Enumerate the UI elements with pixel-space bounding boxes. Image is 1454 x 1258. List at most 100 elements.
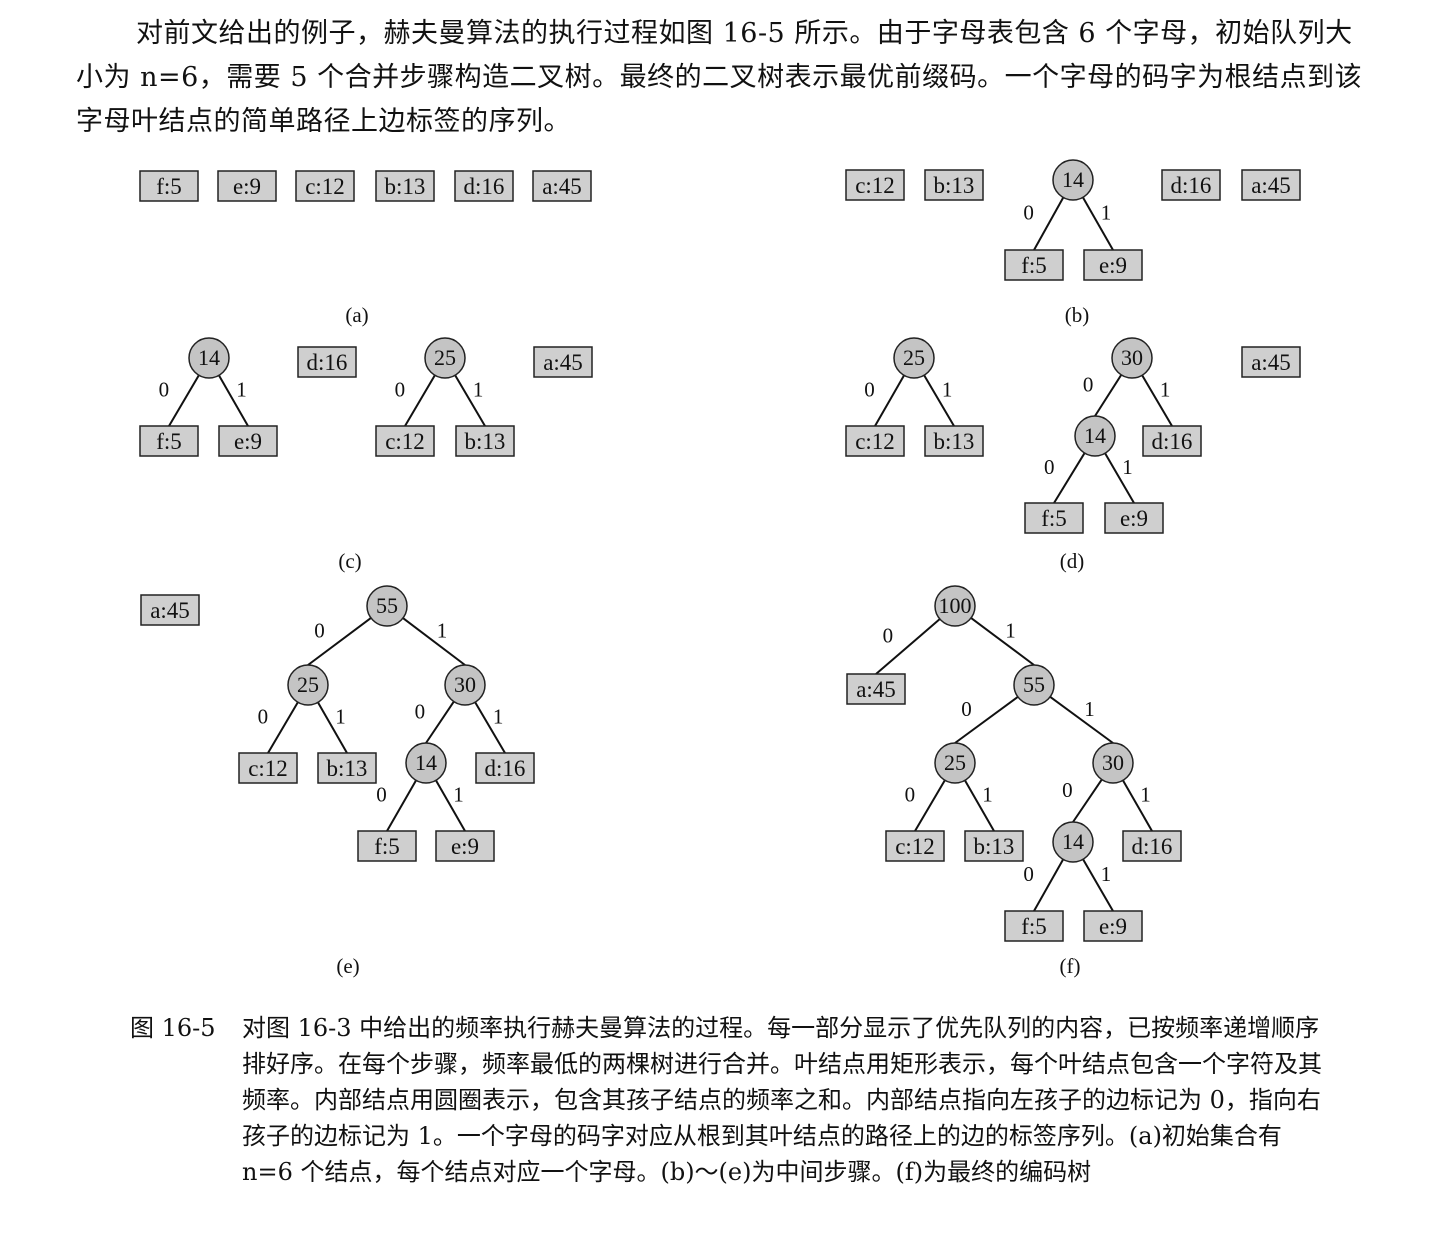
edge-label-right: 1 xyxy=(1101,201,1112,225)
edge-label-right: 1 xyxy=(236,378,247,402)
leaf-node: a:45 xyxy=(140,594,200,626)
edge-label-right: 1 xyxy=(473,378,484,402)
internal-node: 30 xyxy=(444,664,486,706)
leaf-node: e:9 xyxy=(1083,249,1143,281)
panel-label: (d) xyxy=(1060,549,1085,573)
panel-b: (b) xyxy=(1065,303,1090,327)
caption-text: 对图 16-3 中给出的频率执行赫夫曼算法的过程。每一部分显示了优先队列的内容，… xyxy=(242,1014,1322,1186)
leaf-label: f:5 xyxy=(1041,506,1067,531)
leaf-node: c:12 xyxy=(238,752,298,784)
tree-edge xyxy=(1094,374,1123,417)
edge-label-right: 1 xyxy=(1160,378,1171,402)
tree-edge xyxy=(1049,696,1114,744)
node-value: 25 xyxy=(903,345,925,370)
leaf-node: b:13 xyxy=(317,752,377,784)
edge-label-left: 0 xyxy=(905,783,916,807)
leaf-node: b:13 xyxy=(924,169,984,201)
leaf-label: a:45 xyxy=(1251,350,1291,375)
leaf-label: d:16 xyxy=(307,350,348,375)
leaf-node: a:45 xyxy=(1241,169,1301,201)
leaf-node: b:13 xyxy=(964,830,1024,862)
internal-node: 55 xyxy=(366,585,408,627)
panel-label: (e) xyxy=(336,954,359,978)
leaf-label: d:16 xyxy=(1152,429,1193,454)
tree-edge xyxy=(914,779,946,832)
huffman-figure: (a) f:5 e:9 c:12 b:13 d:16 a:45 (b) c:12 b:13 0 1 f:… xyxy=(139,159,1301,978)
leaf-label: f:5 xyxy=(1021,914,1047,939)
leaf-node: f:5 xyxy=(1004,249,1064,281)
leaf-label: c:12 xyxy=(895,834,935,859)
leaf-label: b:13 xyxy=(934,429,975,454)
internal-node: 25 xyxy=(424,337,466,379)
tree-edge xyxy=(168,374,200,427)
tree-edge xyxy=(874,374,905,427)
leaf-label: a:45 xyxy=(856,677,896,702)
node-value: 100 xyxy=(939,593,972,618)
leaf-label: e:9 xyxy=(1099,253,1127,278)
edge-label-left: 0 xyxy=(883,624,894,648)
leaf-label: d:16 xyxy=(1132,834,1173,859)
leaf-label: d:16 xyxy=(485,756,526,781)
edge-label-left: 0 xyxy=(1062,778,1073,802)
leaf-node: f:5 xyxy=(1024,502,1084,534)
leaf-node: d:16 xyxy=(297,346,357,378)
leaf-label: b:13 xyxy=(385,174,426,199)
leaf-node: a:45 xyxy=(533,346,593,378)
panel-label: (f) xyxy=(1060,954,1081,978)
leaf-node: c:12 xyxy=(845,425,905,457)
leaf-node: e:9 xyxy=(218,425,278,457)
edge-label-right: 1 xyxy=(453,783,464,807)
node-value: 14 xyxy=(415,750,437,775)
internal-node: 100 xyxy=(934,585,976,627)
internal-node: 55 xyxy=(1013,664,1055,706)
leaf-node: d:16 xyxy=(475,752,535,784)
leaf-label: f:5 xyxy=(1021,253,1047,278)
panel-label: (b) xyxy=(1065,303,1090,327)
tree-edge xyxy=(386,779,417,832)
edge-label-right: 1 xyxy=(1122,455,1133,479)
leaf-label: e:9 xyxy=(1099,914,1127,939)
edge-label-left: 0 xyxy=(395,378,406,402)
edge-label-right: 1 xyxy=(437,619,448,643)
edge-label-right: 1 xyxy=(1084,697,1095,721)
node-value: 25 xyxy=(297,672,319,697)
leaf-label: a:45 xyxy=(543,350,583,375)
panel-label: (a) xyxy=(345,303,368,327)
leaf-node: d:16 xyxy=(454,170,514,202)
internal-node: 25 xyxy=(934,742,976,784)
caption-label: 图 16-5 xyxy=(130,1014,216,1042)
leaf-label: b:13 xyxy=(327,756,368,781)
leaf-node: e:9 xyxy=(217,170,277,202)
leaf-node: d:16 xyxy=(1161,169,1221,201)
leaf-label: b:13 xyxy=(934,173,975,198)
leaf-node: c:12 xyxy=(375,425,435,457)
leaf-node: d:16 xyxy=(1142,425,1202,457)
leaf-label: f:5 xyxy=(374,834,400,859)
tree-edge xyxy=(402,617,466,666)
edge-label-right: 1 xyxy=(335,705,346,729)
leaf-label: c:12 xyxy=(305,174,345,199)
leaf-label: c:12 xyxy=(248,756,288,781)
node-value: 30 xyxy=(1121,345,1143,370)
tree-edge xyxy=(1053,452,1086,504)
edge-label-right: 1 xyxy=(493,705,504,729)
edge-label-left: 0 xyxy=(258,705,269,729)
leaf-node: b:13 xyxy=(455,425,515,457)
tree-edge xyxy=(425,701,455,744)
edge-label-right: 1 xyxy=(942,378,953,402)
edge-label-right: 1 xyxy=(982,783,993,807)
leaf-node: f:5 xyxy=(1004,910,1064,942)
leaf-label: d:16 xyxy=(464,174,505,199)
leaf-node: a:45 xyxy=(532,170,592,202)
leaf-label: e:9 xyxy=(234,429,262,454)
leaf-label: f:5 xyxy=(156,429,182,454)
panel-label: (c) xyxy=(338,549,361,573)
edge-label-left: 0 xyxy=(415,699,426,723)
leaf-label: e:9 xyxy=(451,834,479,859)
internal-node: 30 xyxy=(1092,742,1134,784)
leaf-node: b:13 xyxy=(924,425,984,457)
node-value: 14 xyxy=(198,345,220,370)
node-value: 55 xyxy=(376,593,398,618)
tree-edge xyxy=(1033,858,1065,912)
tree-edge xyxy=(267,701,299,754)
